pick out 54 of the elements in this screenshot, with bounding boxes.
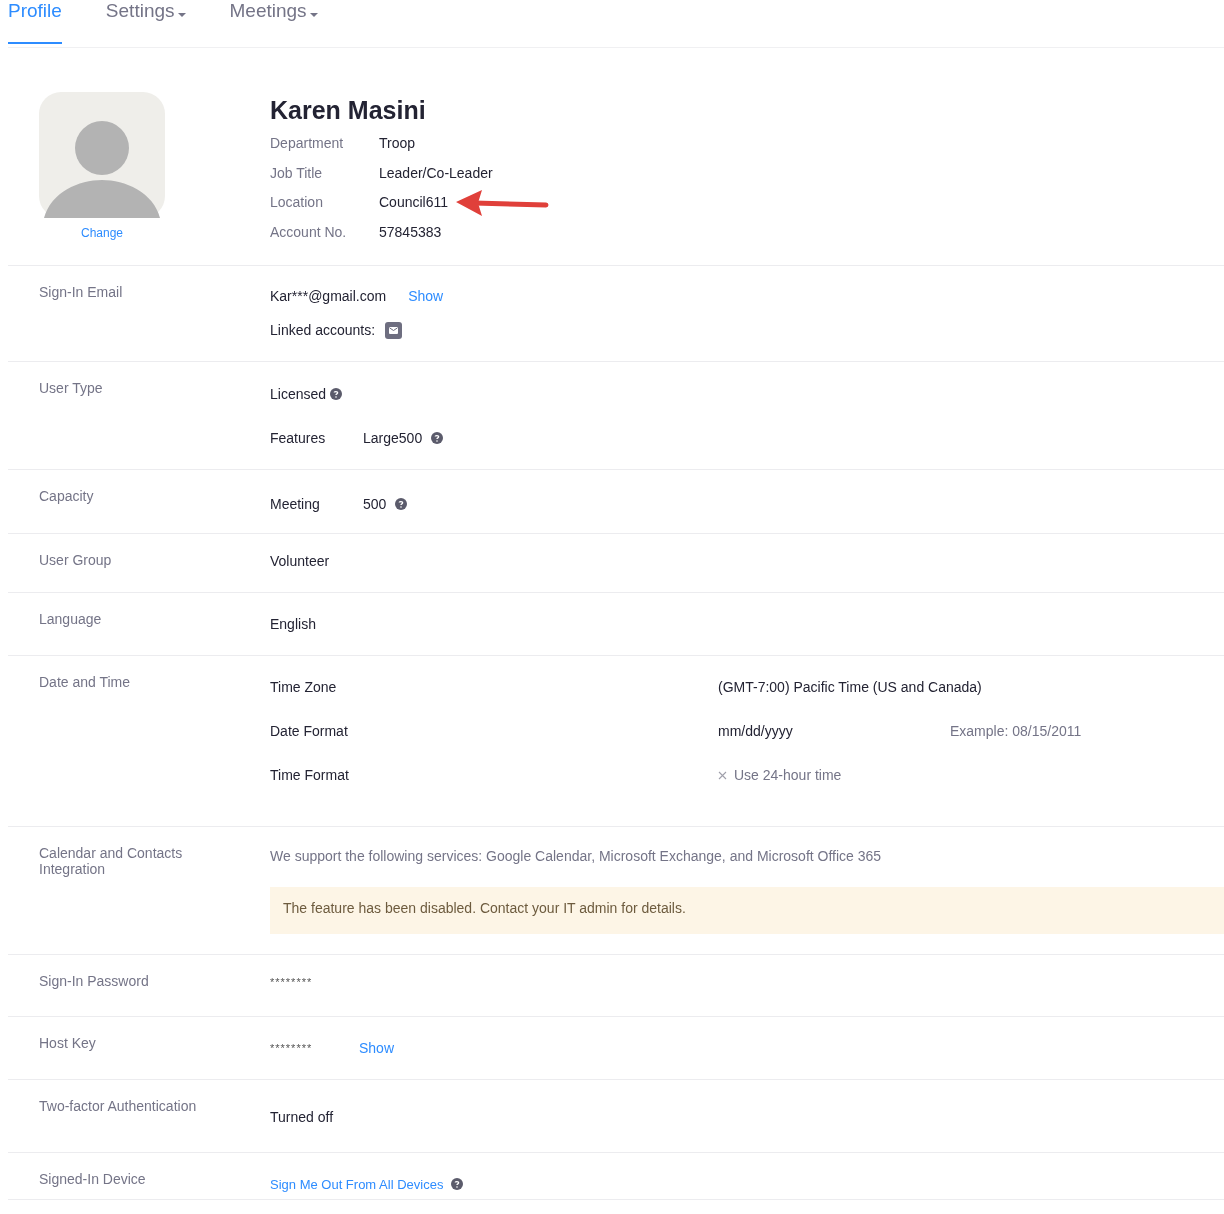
- field-value: Kar***@gmail.com: [270, 287, 387, 305]
- linked-accounts-label: Linked accounts:: [270, 321, 376, 339]
- help-icon[interactable]: [330, 388, 343, 400]
- field-label: Department: [270, 135, 345, 153]
- section-label: User Type: [39, 380, 104, 396]
- field-value: Turned off: [270, 1108, 334, 1126]
- field-label: Meeting: [270, 495, 321, 513]
- show-link[interactable]: Show: [408, 287, 444, 305]
- section-label: Sign-In Email: [39, 284, 124, 300]
- section-label: Two-factor Authentication: [39, 1098, 198, 1114]
- field-value: 500: [363, 495, 387, 513]
- nav-tab[interactable]: Profile: [8, 0, 62, 44]
- field-label: Features: [270, 429, 327, 447]
- field-value: English: [270, 615, 316, 633]
- help-icon[interactable]: [395, 498, 408, 510]
- info-text: We support the following services: Google Calendar, Microsoft Exchange, and Microsoft Office 365: [270, 847, 882, 865]
- section-label: Date and Time: [39, 674, 132, 690]
- section-label: Host Key: [39, 1035, 97, 1051]
- show-link[interactable]: Show: [359, 1039, 395, 1057]
- field-label: Location: [270, 194, 324, 212]
- field-value: 57845383: [379, 223, 442, 241]
- field-label: Job Title: [270, 164, 324, 182]
- help-icon[interactable]: [451, 1178, 464, 1190]
- example-text: Example: 08/15/2011: [950, 722, 1082, 740]
- field-value: Leader/Co-Leader: [379, 164, 493, 182]
- setting-label: Date Format: [270, 722, 349, 740]
- field-label: Account No.: [270, 223, 348, 241]
- setting-value: Use 24-hour time: [734, 766, 842, 784]
- sign-out-link[interactable]: Sign Me Out From All Devices: [270, 1175, 444, 1193]
- section-label: Capacity: [39, 488, 95, 504]
- section-label: Sign-In Password: [39, 973, 150, 989]
- mail-icon[interactable]: [385, 321, 403, 339]
- field-value: Licensed: [270, 385, 327, 403]
- setting-value: (GMT-7:00) Pacific Time (US and Canada): [718, 678, 982, 696]
- help-icon[interactable]: [431, 432, 444, 444]
- section-label: Signed-In Device: [39, 1171, 147, 1187]
- alert-banner: The feature has been disabled. Contact your IT admin for details.: [270, 887, 1224, 934]
- user-name: Karen Masini: [270, 102, 427, 119]
- masked-value: ********: [270, 1040, 314, 1056]
- masked-value: ********: [270, 974, 314, 990]
- setting-label: Time Format: [270, 766, 350, 784]
- field-value: Volunteer: [270, 552, 330, 570]
- nav-tab[interactable]: Meetings: [229, 0, 318, 44]
- field-value: Troop: [379, 135, 416, 153]
- setting-value: mm/dd/yyyy: [718, 722, 794, 740]
- field-value: Council611: [379, 194, 448, 212]
- section-label: Language: [39, 611, 103, 627]
- nav-tab[interactable]: Settings: [105, 0, 186, 44]
- setting-label: Time Zone: [270, 678, 338, 696]
- section-label: Calendar and Contacts Integration: [39, 845, 184, 877]
- change-photo-link[interactable]: Change: [81, 225, 124, 242]
- field-value: Large500: [363, 429, 423, 447]
- section-label: User Group: [39, 552, 113, 568]
- close-icon[interactable]: [718, 770, 727, 780]
